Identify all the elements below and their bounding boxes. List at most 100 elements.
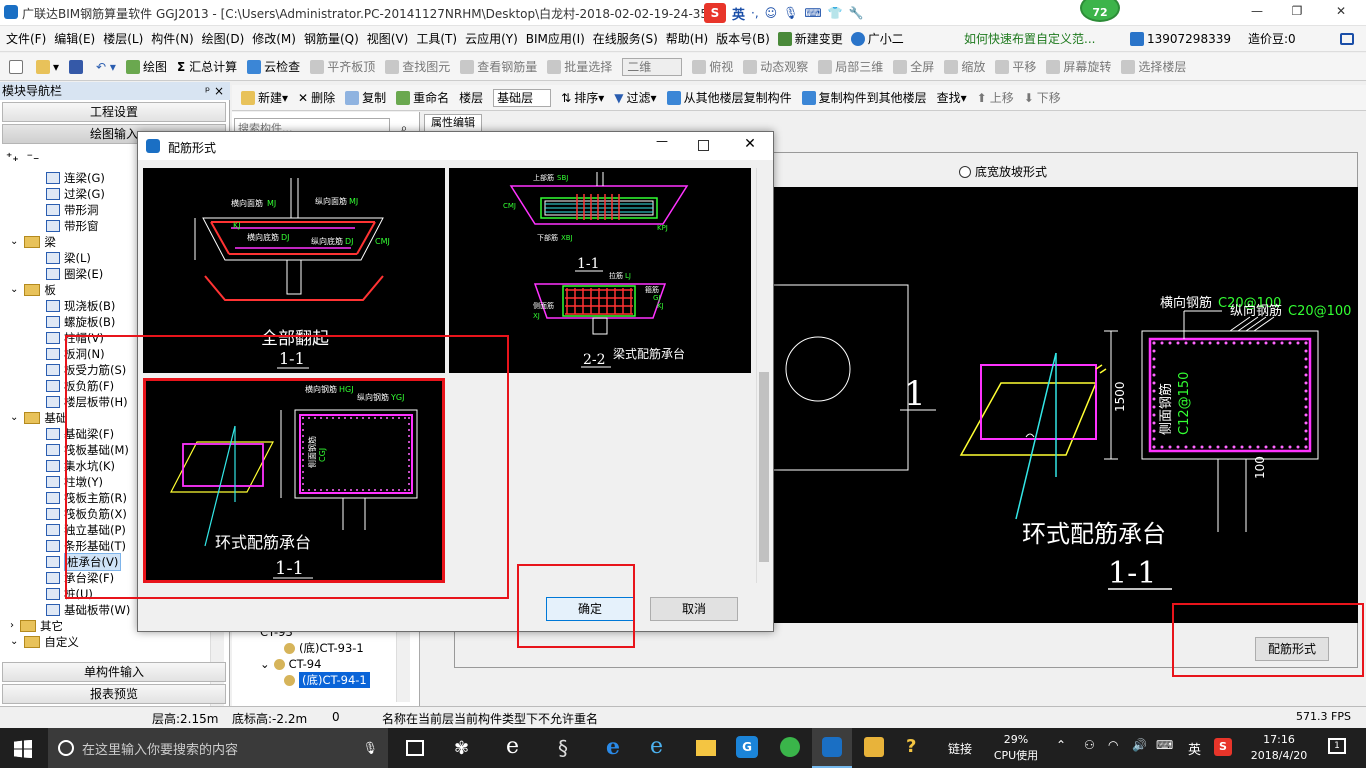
edge-icon[interactable]: e <box>606 734 620 760</box>
help-app-icon[interactable]: ? <box>906 736 916 757</box>
close-button[interactable]: ✕ <box>1326 4 1356 18</box>
collapse-arrow-icon[interactable]: ⌄ <box>10 634 18 650</box>
menu-bim[interactable]: BIM应用(I) <box>522 26 589 52</box>
menu-floor[interactable]: 楼层(L) <box>99 26 147 52</box>
tree-item[interactable]: 梁(L) <box>46 250 91 266</box>
nav-pin-close[interactable]: ᵖ × <box>205 82 224 100</box>
taskbar-search[interactable]: 在这里输入你要搜索的内容 🎙 <box>48 728 388 768</box>
scrollbar-thumb[interactable] <box>759 372 769 562</box>
toolbar-align-top[interactable]: 平齐板顶 <box>305 53 380 81</box>
menu-file[interactable]: 文件(F) <box>2 26 50 52</box>
ie-icon[interactable]: e <box>650 734 663 759</box>
tree-folder[interactable]: › 其它 <box>10 618 63 634</box>
copy-to-floor-button[interactable]: 复制构件到其他楼层 <box>797 84 932 112</box>
filter-button[interactable]: ▼ 过滤 ▾ <box>609 84 661 112</box>
view-mode-select[interactable]: 二维 <box>617 53 687 81</box>
toolbar-fullscreen[interactable]: 全屏 <box>888 53 939 81</box>
toolbar-cloud-check[interactable]: 云检查 <box>242 53 305 81</box>
volume-icon[interactable]: 🔊 <box>1132 738 1147 752</box>
menu-online[interactable]: 在线服务(S) <box>589 26 662 52</box>
green-app-icon[interactable] <box>780 737 800 757</box>
toolbar-local-3d[interactable]: 局部三维 <box>813 53 888 81</box>
menu-tools[interactable]: 工具(T) <box>412 26 461 52</box>
rename-button[interactable]: 重命名 <box>391 84 454 112</box>
task-view-icon[interactable] <box>406 740 424 756</box>
skin-icon[interactable]: 👕 <box>828 6 843 20</box>
toolbar-find-element[interactable]: 查找图元 <box>380 53 455 81</box>
tree-item[interactable]: 连梁(G) <box>46 170 105 186</box>
tray-lang[interactable]: 英 <box>1188 739 1201 758</box>
list-item-ct94-1[interactable]: (底)CT-94-1 <box>284 672 370 688</box>
tree-folder[interactable]: ⌄ 自定义 <box>10 634 79 650</box>
save-icon[interactable] <box>64 53 91 81</box>
minimize-button[interactable]: — <box>1242 4 1272 18</box>
people-icon[interactable]: ⚇ <box>1084 738 1095 752</box>
menu-view[interactable]: 视图(V) <box>363 26 413 52</box>
dialog-close-button[interactable]: ✕ <box>740 136 760 152</box>
toolbar-batch-select[interactable]: 批量选择 <box>542 53 617 81</box>
menu-draw[interactable]: 绘图(D) <box>198 26 249 52</box>
clock[interactable]: 17:16 2018/4/20 <box>1244 732 1314 764</box>
toolbar-pan[interactable]: 平移 <box>990 53 1041 81</box>
radio-slope-option[interactable]: 底宽放坡形式 <box>959 163 1047 180</box>
move-up-button[interactable]: ⬆ 上移 <box>972 84 1019 112</box>
microphone-icon[interactable]: 🎙 <box>363 741 378 755</box>
floor-select[interactable]: 基础层 <box>488 84 556 112</box>
punct-icon[interactable]: ·, <box>751 6 759 20</box>
collapse-arrow-icon[interactable]: ⌄ <box>10 282 18 298</box>
ime-lang[interactable]: 英 <box>732 4 745 23</box>
single-input-button[interactable]: 单构件输入 <box>2 662 226 682</box>
open-file-icon[interactable]: ▾ <box>31 53 64 81</box>
new-file-icon[interactable] <box>4 53 31 81</box>
report-preview-button[interactable]: 报表预览 <box>2 684 226 704</box>
user-phone[interactable]: 13907298339 <box>1130 26 1231 52</box>
file-explorer-icon[interactable] <box>696 740 716 756</box>
tree-folder[interactable]: ⌄ 板 <box>10 282 56 298</box>
delete-button[interactable]: ✕ 删除 <box>293 84 340 112</box>
radio-icon[interactable] <box>959 165 971 178</box>
tree-item[interactable]: 基础板带(W) <box>46 602 130 618</box>
menu-edit[interactable]: 编辑(E) <box>50 26 99 52</box>
notes-app-icon[interactable] <box>864 737 884 757</box>
menu-modify[interactable]: 修改(M) <box>248 26 300 52</box>
menu-version[interactable]: 版本号(B) <box>712 26 774 52</box>
list-item-ct94[interactable]: ⌄ CT-94 <box>260 656 321 672</box>
tree-item[interactable]: 过梁(G) <box>46 186 105 202</box>
fan-app-icon[interactable]: ✾ <box>454 738 469 759</box>
menu-new-change[interactable]: 新建变更 <box>774 26 847 52</box>
list-item-ct93-1[interactable]: (底)CT-93-1 <box>284 640 364 656</box>
dialog-minimize-button[interactable]: — <box>652 134 672 148</box>
find-button[interactable]: 查找 ▾ <box>932 84 972 112</box>
swirl-app-icon[interactable]: § <box>558 736 568 760</box>
tree-item[interactable]: 现浇板(B) <box>46 298 115 314</box>
mic-icon[interactable]: 🎙 <box>783 6 798 20</box>
undo-icon[interactable]: ↶ ▾ <box>91 53 121 81</box>
collapse-arrow-icon[interactable]: ⌄ <box>10 234 18 250</box>
tree-item[interactable]: 带形窗 <box>46 218 99 234</box>
tree-item[interactable]: 带形洞 <box>46 202 99 218</box>
expand-all-icon[interactable]: ⁺₊ <box>6 150 19 164</box>
action-center-icon[interactable]: 1 <box>1328 738 1346 754</box>
toolbar-view-rebar[interactable]: 查看钢筋量 <box>455 53 542 81</box>
menu-cloud[interactable]: 云应用(Y) <box>461 26 522 52</box>
menu-guangxiaoer[interactable]: 广小二 <box>847 26 908 52</box>
menu-rebar[interactable]: 钢筋量(Q) <box>300 26 363 52</box>
tree-folder[interactable]: ⌄ 基础 <box>10 410 67 426</box>
menu-component[interactable]: 构件(N) <box>147 26 197 52</box>
collapse-arrow-icon[interactable]: ⌄ <box>10 410 18 426</box>
sort-button[interactable]: ⇅ 排序 ▾ <box>556 84 609 112</box>
cart-icon[interactable] <box>1340 33 1354 45</box>
cpu-meter[interactable]: 29% CPU使用 <box>990 732 1042 764</box>
start-icon[interactable] <box>14 740 32 758</box>
tray-chevron-icon[interactable]: ⌃ <box>1056 738 1066 752</box>
toolbar-draw[interactable]: 绘图 <box>121 53 172 81</box>
cost-beans[interactable]: 造价豆:0 <box>1248 26 1296 52</box>
toolbar-select-floor[interactable]: 选择楼层 <box>1116 53 1191 81</box>
sogou-tray-icon[interactable]: S <box>1214 738 1232 756</box>
help-link[interactable]: 如何快速布置自定义范... <box>964 26 1095 52</box>
toolbar-top-view[interactable]: 俯视 <box>687 53 738 81</box>
dialog-scrollbar[interactable] <box>756 168 770 583</box>
new-component-button[interactable]: 新建 ▾ <box>236 84 293 112</box>
menu-help[interactable]: 帮助(H) <box>662 26 712 52</box>
restore-button[interactable]: ❐ <box>1282 4 1312 18</box>
